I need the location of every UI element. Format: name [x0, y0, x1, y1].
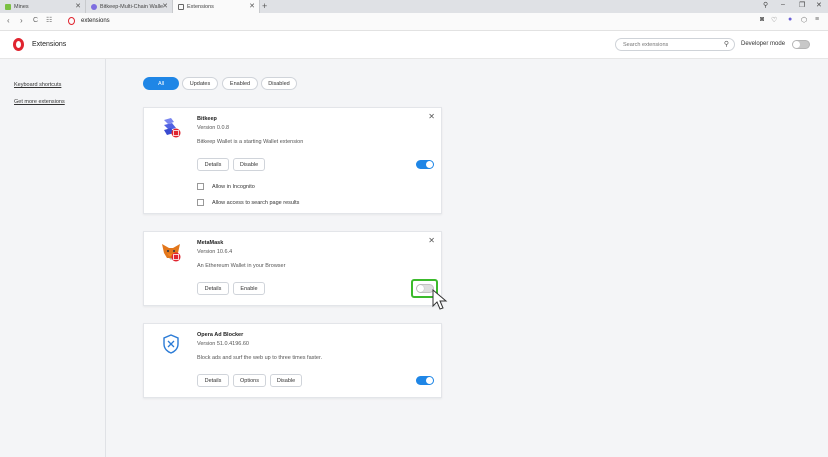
- metamask-fox-icon: [162, 244, 181, 262]
- filter-disabled[interactable]: Disabled: [261, 77, 297, 90]
- camera-icon[interactable]: ◙: [760, 16, 764, 23]
- tab-strip: Mines ✕ Bitkeep-Multi-Chain Walle ✕ Exte…: [0, 0, 828, 13]
- disable-button[interactable]: Disable: [233, 158, 265, 171]
- close-tab-icon[interactable]: ✕: [162, 2, 168, 10]
- opera-url-icon: [68, 17, 75, 25]
- remove-extension-icon[interactable]: ✕: [428, 236, 435, 245]
- remove-extension-icon[interactable]: ✕: [428, 112, 435, 121]
- sidebar: Keyboard shortcuts Get more extensions: [0, 59, 106, 457]
- enable-button[interactable]: Enable: [233, 282, 265, 295]
- puzzle-tab-icon: [178, 3, 184, 10]
- extension-name: Opera Ad Blocker: [197, 332, 244, 338]
- extension-card-opera-ad-blocker: Opera Ad Blocker Version 51.0.4196.60 Bl…: [143, 323, 442, 398]
- checkbox-label: Allow in Incognito: [212, 183, 255, 190]
- filter-enabled[interactable]: Enabled: [222, 77, 258, 90]
- restore-icon[interactable]: ❐: [799, 1, 805, 9]
- tab-label: Extensions: [187, 3, 214, 10]
- toggle-knob: [426, 161, 433, 168]
- bitkeep-icon: [164, 118, 181, 138]
- allow-search-results-row[interactable]: Allow access to search page results: [197, 199, 299, 206]
- disable-button[interactable]: Disable: [270, 374, 302, 387]
- opera-logo-icon: [13, 38, 24, 51]
- tab-label: Bitkeep-Multi-Chain Walle: [100, 3, 164, 10]
- filter-updates[interactable]: Updates: [182, 77, 218, 90]
- back-icon[interactable]: ‹: [7, 16, 10, 25]
- keyboard-shortcuts-link[interactable]: Keyboard shortcuts: [14, 82, 61, 88]
- search-box[interactable]: ⚲: [615, 38, 735, 51]
- enable-toggle[interactable]: [416, 160, 434, 169]
- details-button[interactable]: Details: [197, 282, 229, 295]
- close-tab-icon[interactable]: ✕: [249, 2, 255, 10]
- tab-label: Mines: [14, 3, 29, 10]
- heart-icon[interactable]: ♡: [771, 16, 777, 24]
- shield-icon: [163, 334, 179, 354]
- extension-description: Bitkeep Wallet is a starting Wallet exte…: [197, 139, 304, 145]
- minimize-icon[interactable]: –: [781, 1, 785, 8]
- get-more-extensions-link[interactable]: Get more extensions: [14, 99, 65, 105]
- tab-overview-icon[interactable]: ☷: [46, 16, 52, 24]
- enable-toggle[interactable]: [416, 376, 434, 385]
- bitkeep-tab-icon: [91, 3, 97, 10]
- allow-search-results-checkbox[interactable]: [197, 199, 204, 206]
- extension-bitkeep-icon[interactable]: ●: [788, 16, 792, 23]
- address-bar: ‹ › C ☷ extensions ◙ ♡ ● ⬡ ≡: [0, 13, 828, 31]
- search-input[interactable]: [623, 42, 718, 48]
- extension-name: Bitkeep: [197, 116, 217, 122]
- filter-all[interactable]: All: [143, 77, 179, 90]
- mines-tab-icon: [5, 3, 11, 10]
- close-tab-icon[interactable]: ✕: [75, 2, 81, 10]
- close-window-icon[interactable]: ✕: [816, 1, 822, 9]
- extension-description: An Ethereum Wallet in your Browser: [197, 263, 286, 269]
- url-field[interactable]: extensions: [81, 18, 110, 24]
- developer-mode-toggle[interactable]: [792, 40, 810, 49]
- details-button[interactable]: Details: [197, 158, 229, 171]
- extension-card-metamask: ✕ MetaMask Version 10.6.4 An Ethereum Wa…: [143, 231, 442, 306]
- toggle-knob: [426, 377, 433, 384]
- extension-description: Block ads and surf the web up to three t…: [197, 355, 323, 361]
- checkbox-label: Allow access to search page results: [212, 199, 300, 206]
- search-tabs-icon[interactable]: ⚲: [763, 1, 768, 9]
- allow-incognito-checkbox[interactable]: [197, 183, 204, 190]
- extensions-header: Extensions ⚲ Developer mode: [0, 31, 828, 59]
- search-icon[interactable]: ⚲: [724, 40, 729, 48]
- tab-mines[interactable]: Mines ✕: [0, 0, 86, 13]
- tab-extensions[interactable]: Extensions ✕: [173, 0, 260, 13]
- details-button[interactable]: Details: [197, 374, 229, 387]
- extension-version: Version 0.0.8: [197, 125, 230, 131]
- new-tab-button[interactable]: +: [262, 0, 267, 12]
- extension-name: MetaMask: [197, 240, 224, 246]
- developer-mode-label: Developer mode: [741, 41, 786, 47]
- mouse-cursor-icon: [432, 289, 448, 310]
- extension-version: Version 51.0.4196.60: [197, 341, 249, 347]
- allow-incognito-row[interactable]: Allow in Incognito: [197, 183, 255, 190]
- options-button[interactable]: Options: [233, 374, 266, 387]
- cube-icon[interactable]: ⬡: [801, 16, 807, 24]
- page-title: Extensions: [32, 41, 67, 48]
- extension-card-bitkeep: ✕ Bitkeep Version 0.0.8 Bitkeep Wallet i…: [143, 107, 442, 214]
- menu-icon[interactable]: ≡: [815, 16, 819, 23]
- extension-version: Version 10.6.4: [197, 249, 233, 255]
- reload-icon[interactable]: C: [33, 17, 38, 24]
- tab-bitkeep[interactable]: Bitkeep-Multi-Chain Walle ✕: [86, 0, 173, 13]
- forward-icon[interactable]: ›: [20, 16, 23, 25]
- toggle-knob: [793, 41, 800, 48]
